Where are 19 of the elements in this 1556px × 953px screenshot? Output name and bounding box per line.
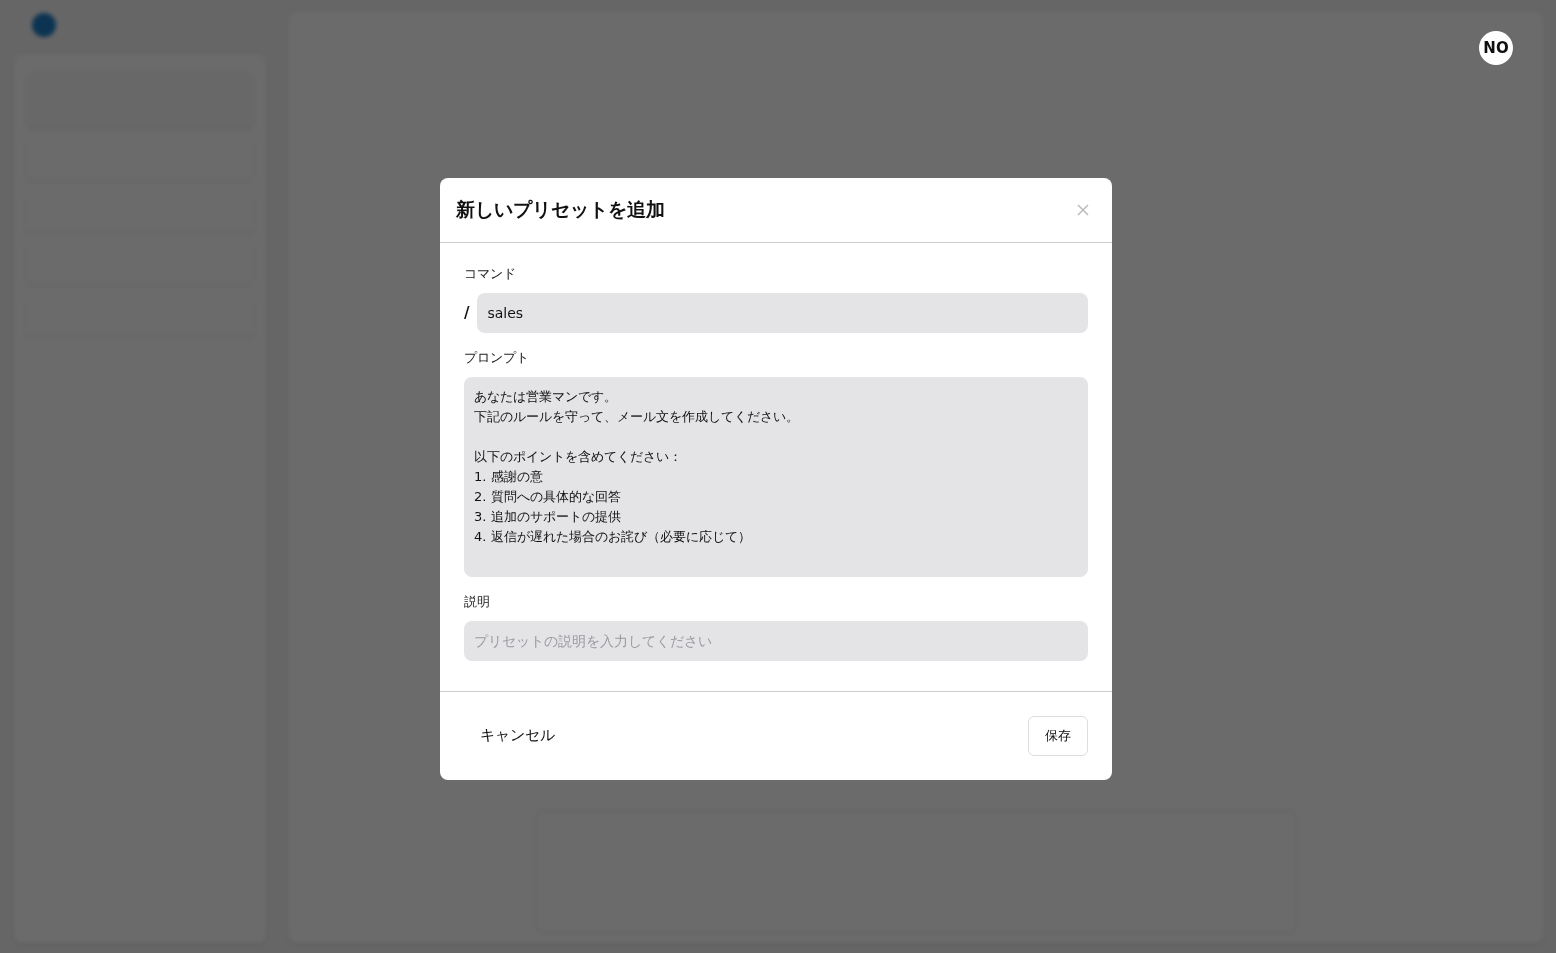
dialog-title: 新しいプリセットを追加 [456,196,665,222]
cancel-button[interactable]: キャンセル [468,718,567,753]
field-label: 説明 [464,592,491,611]
field-label: コマンド [464,264,517,283]
prompt-line: あなたは営業マンです。 [474,387,617,406]
description-input[interactable]: プリセットの説明を入力してください [464,620,1088,661]
command-prefix: / [464,303,470,322]
prompt-line: 以下のポイントを含めてください： [474,447,682,466]
field-label: プロンプト [464,348,530,367]
prompt-line: 1. 感謝の意 [474,467,543,486]
prompt-line: 下記のルールを守って、メール文を作成してください。 [474,407,799,426]
save-button[interactable]: 保存 [1028,715,1088,756]
command-input[interactable]: sales [477,292,1088,333]
prompt-line: 2. 質問への具体的な回答 [474,487,621,506]
prompt-line: 3. 追加のサポートの提供 [474,507,621,526]
logo-icon [32,13,56,37]
prompt-textarea[interactable]: あなたは営業マンです。 下記のルールを守って、メール文を作成してください。 以下のポイントを含めてください： 1. 感謝の意 2. 質問への具体的な回答 3. 追加のサポートの提供 4. 返信が遅れた場合のお詫び（必要に応じて） [464,376,1088,577]
prompt-line: 4. 返信が遅れた場合のお詫び（必要に応じて） [474,527,751,546]
close-icon[interactable] [1076,202,1090,217]
